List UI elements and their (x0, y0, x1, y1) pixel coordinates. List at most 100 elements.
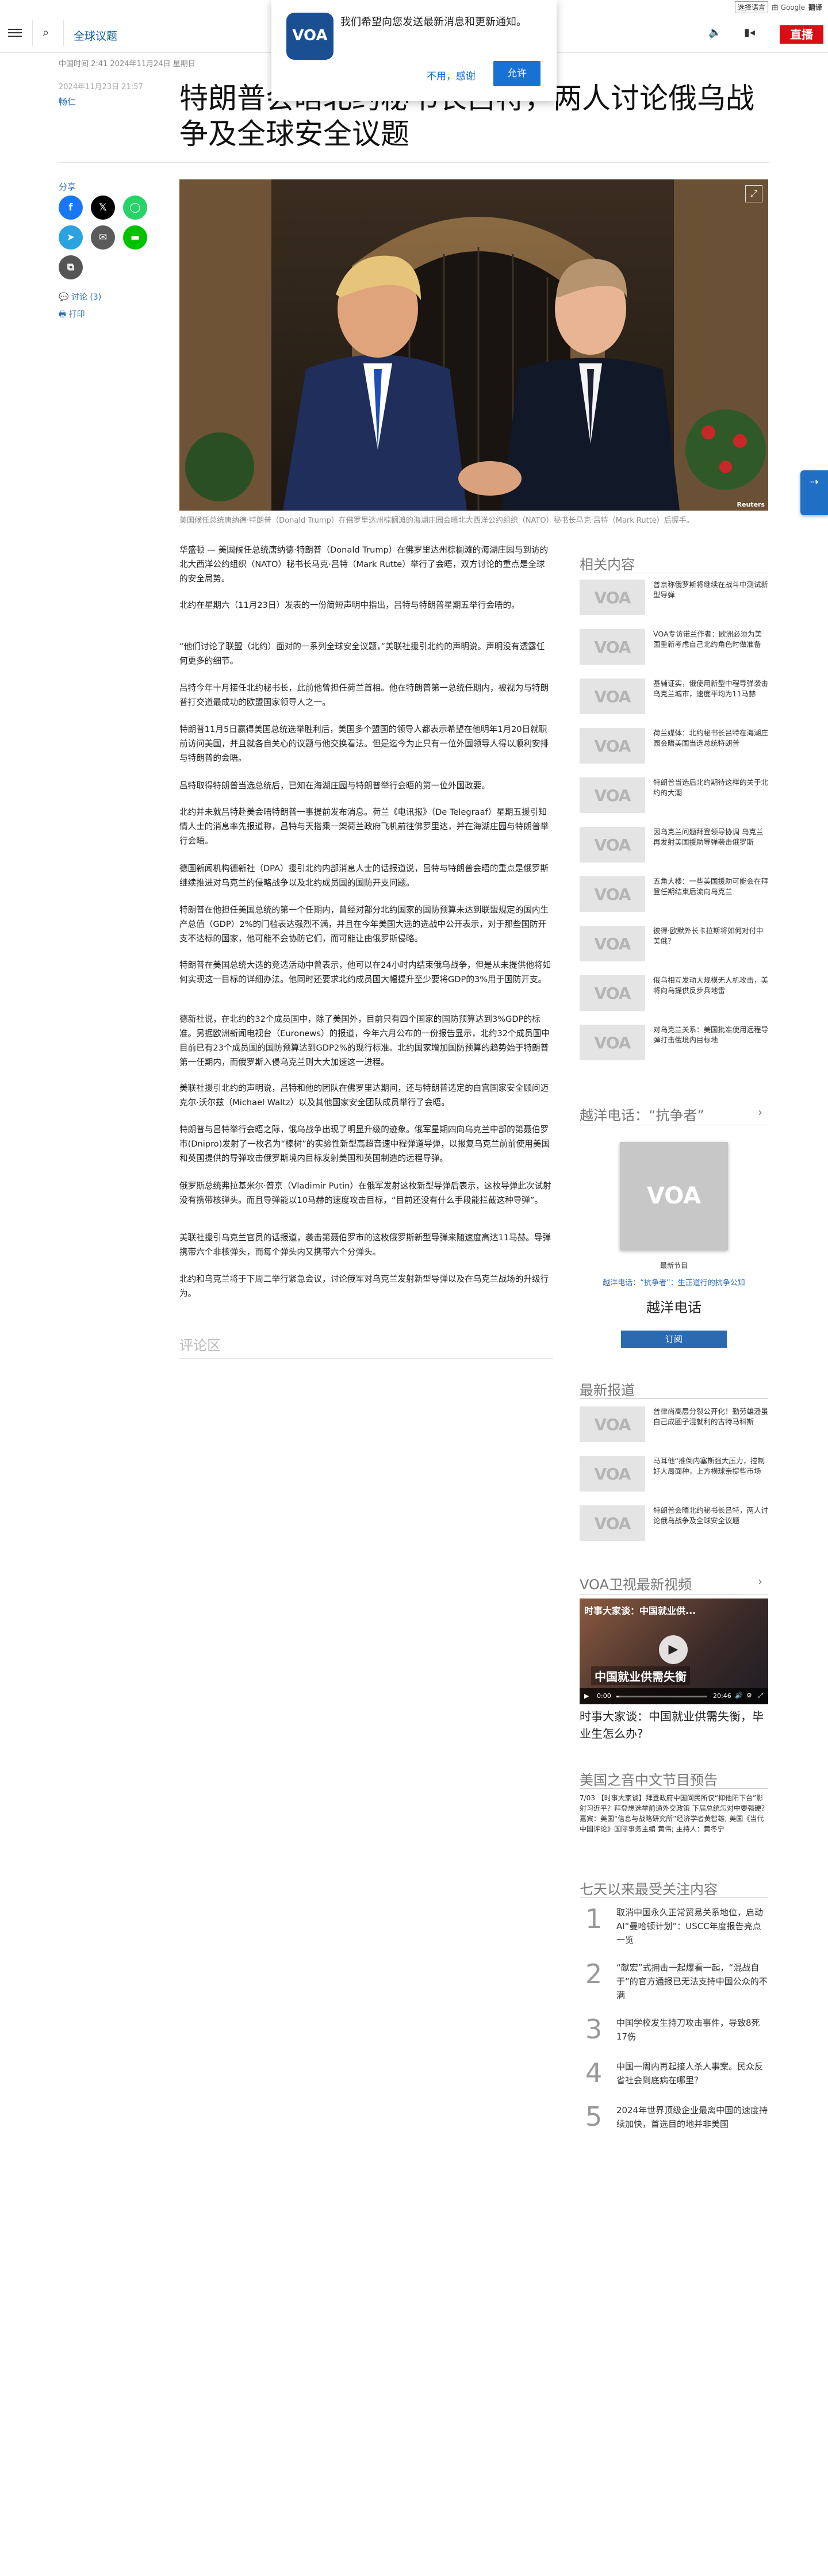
related-item[interactable]: VOA 普京称俄罗斯将继续在战斗中测试新型导弹 (580, 580, 768, 621)
rank-number: 3 (585, 2014, 603, 2045)
related-item[interactable]: VOA 特朗普当选后北约期待这样的关于北约的大潮 (580, 777, 768, 819)
rank-number: 4 (585, 2057, 603, 2088)
play-icon[interactable]: ▶ (659, 1635, 688, 1664)
video-caption[interactable]: 时事大家谈：中国就业供需失衡，毕业生怎么办? (580, 1708, 768, 1742)
paragraph: “他们讨论了联盟（北约）面对的一系列全球安全议题，”美联社援引北约的声明说。声明… (179, 642, 545, 666)
related-item[interactable]: VOA 荷兰媒体：北约秘书长吕特在海湖庄园会晤美国当选总统特朗普 (580, 728, 768, 769)
voa-logo: VOA (286, 13, 334, 60)
related-item[interactable]: VOA 彼得·欧默外长卡拉斯将如何对付中美俄？ (580, 926, 768, 967)
podcast-episode-link[interactable]: 越洋电话：“抗争者”：生正道行的抗争公知 (580, 1276, 768, 1287)
voa-thumbnail: VOA (580, 777, 645, 813)
related-item-text: VOA专访诺兰作者：欧洲必须为美国重新考虑自己北约角色时做准备 (653, 630, 762, 649)
whatsapp-icon[interactable]: ◯ (123, 195, 147, 220)
voa-thumbnail: VOA (580, 975, 645, 1011)
paragraph: 特朗普11月5日赢得美国总统选举胜利后，美国多个盟国的领导人都表示希望在他明年1… (179, 724, 549, 763)
voa-thumbnail: VOA (580, 827, 645, 862)
related-heading: 相关内容 (580, 557, 635, 573)
video-overlay-title: 时事大家谈：中国就业供... (584, 1605, 696, 1616)
voa-thumbnail: VOA (580, 678, 645, 714)
google-logo: 由 Google (771, 3, 805, 12)
language-select[interactable]: 选择语言 (734, 1, 768, 13)
paragraph: 美联社援引北约的声明说，吕特和他的团队在佛罗里达期间，还与特朗普选定的白宫国家安… (179, 1083, 549, 1107)
volume-icon[interactable]: 🔊 (735, 1692, 743, 1699)
latest-item[interactable]: VOA 特朗普会晤北约秘书长吕特，两人讨论俄乌战争及全球安全议题 (580, 1505, 768, 1547)
popular-item[interactable]: 3 中国学校发生持刀攻击事件，导致8死17伤 (580, 2014, 768, 2054)
popular-item[interactable]: 5 2024年世界顶级企业最离中国的速度持续加快，首选目的地并非美国 (580, 2101, 768, 2141)
article-photo[interactable]: ⤢ Reuters (179, 179, 768, 511)
fullscreen-icon[interactable]: ⤢ (745, 185, 762, 202)
popular-item[interactable]: 4 中国一周内再起接人杀人事案。民众反省社会到底病在哪里？ (580, 2057, 768, 2098)
menu-icon[interactable] (8, 26, 22, 38)
paragraph: 华盛顿 — 美国候任总统唐纳德·特朗普（Donald Trump）在佛罗里达州棕… (179, 545, 549, 584)
paragraph: 北约并未就吕特赴美会晤特朗普一事提前发布消息。荷兰《电讯报》（De Telegr… (179, 807, 549, 846)
chevron-right-icon[interactable]: › (758, 1105, 762, 1119)
settings-icon[interactable]: ⚙ (746, 1692, 752, 1699)
chevron-right-icon[interactable]: › (758, 1574, 762, 1588)
photo-credit: Reuters (737, 501, 765, 508)
video-banner: 中国就业供需失衡 (591, 1666, 690, 1685)
notification-message: 我们希望向您发送最新消息和更新通知。 (340, 16, 527, 28)
divider (580, 1398, 768, 1399)
copy-link-icon[interactable]: ⧉ (59, 255, 83, 279)
related-item-text: 五角大楼：一些美国援助可能会在拜登任期结束后流向乌克兰 (653, 877, 769, 896)
divider (580, 1897, 768, 1898)
facebook-icon[interactable]: f (59, 195, 83, 220)
print-link[interactable]: 🖶 打印 (59, 308, 85, 322)
related-item-text: 荷兰媒体：北约秘书长吕特在海湖庄园会晤美国当选总统特朗普 (653, 729, 769, 747)
video-heading[interactable]: VOA卫视最新视频 (580, 1573, 692, 1593)
email-icon[interactable]: ✉ (91, 225, 115, 250)
related-item-text: 对乌克兰关系：美国批准使用远程导弹打击俄境内目标地 (653, 1025, 769, 1044)
latest-item[interactable]: VOA 马耳他“推倒内塞斯强大压力，控制好大局面种，上方横球亲提些市场 (580, 1456, 768, 1497)
related-item[interactable]: VOA 对乌克兰关系：美国批准使用远程导弹打击俄境内目标地 (580, 1025, 768, 1066)
voa-thumbnail: VOA (580, 876, 645, 912)
related-item-text: 特朗普当选后北约期待这样的关于北约的大潮 (653, 778, 769, 797)
paragraph: 吕特今年十月接任北约秘书长，此前他曾担任荷兰首相。他在特朗普第一总统任期内，被视… (179, 683, 549, 707)
audio-icon[interactable]: 🔈 (708, 26, 721, 39)
popular-item[interactable]: 2 “献宏”式拥击一起爆看一起，“混战自于”的官方通报已无法支持中国公众的不满 (580, 1958, 768, 2000)
paragraph: 特朗普在美国总统大选的竞选活动中曾表示，他可以在24小时内结束俄乌战争，但是从未… (179, 960, 551, 984)
popular-item-text: 中国一周内再起接人杀人事案。民众反省社会到底病在哪里？ (616, 2061, 764, 2086)
progress-bar[interactable] (616, 1696, 707, 1697)
podcast-cover[interactable]: VOA (620, 1142, 728, 1250)
related-item-text: 基辅证实，俄使用新型中程导弹袭击乌克兰城市，速度平均为11马赫 (653, 679, 769, 698)
paragraph: 北约和乌克兰将于下周二举行紧急会议，讨论俄军对乌克兰发射新型导弹以及在乌克兰战场… (179, 1274, 549, 1298)
related-item[interactable]: VOA VOA专访诺兰作者：欧洲必须为美国重新考虑自己北约角色时做准备 (580, 629, 768, 670)
divider (179, 1358, 553, 1359)
arrow-right-icon: ⇢ (810, 476, 819, 488)
deny-button[interactable]: 不用，感谢 (427, 68, 476, 82)
search-icon[interactable]: ⌕ (43, 25, 49, 39)
popular-item-text: “献宏”式拥击一起爆看一起，“混战自于”的官方通报已无法支持中国公众的不满 (616, 1962, 768, 2000)
x-twitter-icon[interactable]: 𝕏 (91, 195, 115, 220)
paragraph: 特朗普在他担任美国总统的第一个任期内，曾经对部分北约国家的国防预算未达到联盟规定… (179, 905, 549, 944)
podcast-heading[interactable]: 越洋电话：“抗争者” (580, 1104, 704, 1124)
video-icon[interactable]: ▮◂ (744, 26, 755, 39)
related-item[interactable]: VOA 五角大楼：一些美国援助可能会在拜登任期结束后流向乌克兰 (580, 876, 768, 918)
feedback-tab[interactable]: ⇢ (800, 470, 828, 515)
comments-link[interactable]: 💬 讨论 (3) (59, 291, 101, 302)
video-player[interactable]: 时事大家谈：中国就业供... ▶ 中国就业供需失衡 ▶ 0:00 20:46 🔊… (580, 1598, 768, 1704)
comments-count: 讨论 (3) (71, 293, 102, 302)
popular-item[interactable]: 1 取消中国永久正常贸易关系地位，启动AI“曼哈顿计划”：USCC年度报告亮点一览 (580, 1903, 768, 1945)
related-item[interactable]: VOA 俄乌相互发动大规模无人机攻击，美将向乌提供反步兵地雷 (580, 975, 768, 1017)
latest-item[interactable]: VOA 普律尚高层分裂公开化！勤劳雄潘虽自己成圈子混就利的古特马科斯 (580, 1406, 768, 1448)
subscribe-button[interactable]: 订阅 (621, 1331, 727, 1348)
divider (59, 162, 769, 163)
fullscreen-icon[interactable]: ⤢ (758, 1692, 763, 1700)
divider (63, 20, 64, 46)
line-icon[interactable]: ▬ (123, 225, 147, 250)
section-link[interactable]: 全球议题 (74, 28, 117, 43)
updated-time: 2024年11月23日 21:57 (59, 83, 143, 91)
allow-button[interactable]: 允许 (493, 61, 540, 86)
telegram-icon[interactable]: ➤ (59, 225, 83, 250)
latest-item-text: 马耳他“推倒内塞斯强大压力，控制好大局面种，上方横球亲提些市场 (653, 1456, 765, 1475)
comments-heading: 评论区 (179, 1337, 221, 1354)
paragraph: 北约在星期六（11月23日）发表的一份简短声明中指出，吕特与特朗普星期五举行会晤… (179, 600, 520, 610)
related-item[interactable]: VOA 因乌克兰问题拜登领导协调 乌克兰再发射美国援助导弹袭击俄罗斯 (580, 827, 768, 868)
related-item[interactable]: VOA 基辅证实，俄使用新型中程导弹袭击乌克兰城市，速度平均为11马赫 (580, 678, 768, 720)
live-button[interactable]: 直播 (780, 25, 823, 44)
author-link[interactable]: 畅仁 (59, 95, 76, 108)
voa-thumbnail: VOA (580, 629, 645, 665)
latest-item-text: 特朗普会晤北约秘书长吕特，两人讨论俄乌战争及全球安全议题 (653, 1506, 769, 1525)
paragraph: 美联社援引乌克兰官员的话报道，袭击第聂伯罗市的这枚俄罗斯新型导弹来随速度高达11… (179, 1233, 551, 1257)
play-control-icon[interactable]: ▶ (584, 1692, 589, 1700)
